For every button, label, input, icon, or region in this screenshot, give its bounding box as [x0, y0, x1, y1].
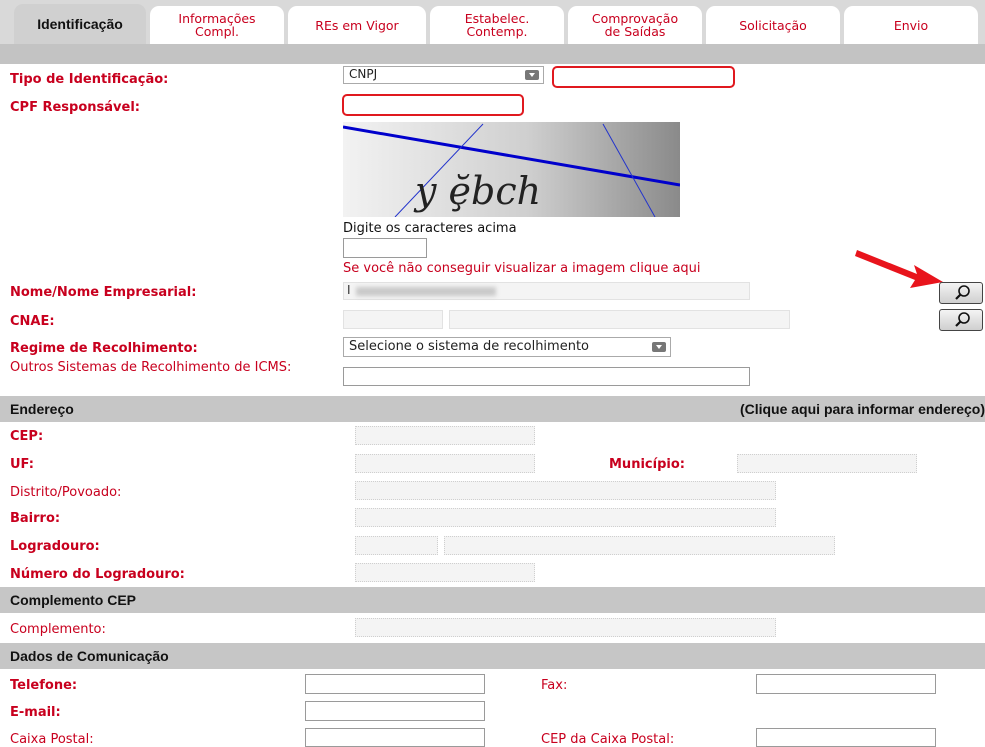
- telefone-label: Telefone:: [10, 678, 78, 693]
- tab-solicitacao[interactable]: Solicitação: [706, 6, 840, 44]
- cnae-description-field: [449, 310, 790, 329]
- search-nome-button[interactable]: [939, 282, 983, 304]
- nome-empresarial-field: I: [343, 282, 750, 300]
- comunicacao-title: Dados de Comunicação: [10, 648, 169, 664]
- complemento-field: [355, 618, 776, 637]
- tab-comprovacao-saidas[interactable]: Comprovação de Saídas: [568, 6, 702, 44]
- magnifier-icon: [955, 285, 970, 300]
- uf-field: [355, 454, 535, 473]
- bairro-label: Bairro:: [10, 511, 61, 526]
- nome-empresarial-value: I: [347, 283, 351, 297]
- blurred-text: [356, 287, 496, 296]
- magnifier-icon: [955, 312, 970, 327]
- endereco-section-header: Endereço (Clique aqui para informar ende…: [0, 396, 985, 422]
- logradouro-tipo-field: [355, 536, 438, 555]
- tipo-identificacao-select[interactable]: CNPJ: [343, 66, 544, 84]
- complemento-title: Complemento CEP: [10, 592, 137, 608]
- svg-text:y ḝbch: y ḝbch: [413, 169, 541, 213]
- numero-logradouro-label: Número do Logradouro:: [10, 567, 185, 582]
- tab-label: Solicitação: [739, 17, 807, 33]
- cep-caixa-postal-label: CEP da Caixa Postal:: [541, 732, 675, 747]
- fax-label: Fax:: [541, 678, 568, 693]
- tab-underbar: [0, 44, 985, 64]
- cpf-responsavel-label: CPF Responsável:: [10, 100, 140, 115]
- tab-label: Comprovação de Saídas: [591, 11, 679, 39]
- search-cnae-button[interactable]: [939, 309, 983, 331]
- tab-identificacao[interactable]: Identificação: [14, 4, 146, 44]
- tab-envio[interactable]: Envio: [844, 6, 978, 44]
- outros-sistemas-label: Outros Sistemas de Recolhimento de ICMS:: [10, 360, 292, 375]
- fax-input[interactable]: [756, 674, 936, 694]
- cep-caixa-postal-input[interactable]: [756, 728, 936, 747]
- tab-label: Envio: [893, 17, 929, 33]
- bairro-field: [355, 508, 776, 527]
- email-input[interactable]: [305, 701, 485, 721]
- tab-label: REs em Vigor: [315, 17, 399, 33]
- cnae-code-field: [343, 310, 443, 329]
- endereco-title: Endereço: [10, 401, 74, 417]
- municipio-label: Município:: [609, 457, 685, 472]
- numero-logradouro-field: [355, 563, 535, 582]
- tab-label: Informações Compl.: [178, 11, 256, 39]
- caixa-postal-input[interactable]: [305, 728, 485, 747]
- tab-res-em-vigor[interactable]: REs em Vigor: [288, 6, 426, 44]
- tab-label: Identificação: [37, 15, 123, 32]
- cep-label: CEP:: [10, 429, 44, 444]
- regime-recolhimento-value: Selecione o sistema de recolhimento: [349, 339, 589, 354]
- cnpj-input[interactable]: [552, 66, 735, 88]
- chevron-down-icon: [652, 342, 666, 352]
- caixa-postal-label: Caixa Postal:: [10, 732, 94, 747]
- tipo-identificacao-label: Tipo de Identificação:: [10, 72, 169, 87]
- outros-sistemas-input[interactable]: [343, 367, 750, 386]
- tipo-identificacao-value: CNPJ: [349, 67, 378, 81]
- tab-label: Estabelec. Contemp.: [464, 11, 530, 39]
- tab-estabelec-contemp[interactable]: Estabelec. Contemp.: [430, 6, 564, 44]
- comunicacao-section-header: Dados de Comunicação: [0, 643, 985, 669]
- logradouro-label: Logradouro:: [10, 539, 100, 554]
- captcha-input[interactable]: [343, 238, 427, 258]
- tab-informacoes-compl[interactable]: Informações Compl.: [150, 6, 284, 44]
- arrow-pointer-icon: [855, 244, 945, 292]
- regime-recolhimento-select[interactable]: Selecione o sistema de recolhimento: [343, 337, 671, 357]
- cpf-responsavel-input[interactable]: [342, 94, 524, 116]
- captcha-image: y ḝbch: [342, 122, 681, 218]
- captcha-instruction: Digite os caracteres acima: [343, 221, 517, 236]
- logradouro-nome-field: [444, 536, 835, 555]
- chevron-down-icon: [525, 70, 539, 80]
- complemento-section-header: Complemento CEP: [0, 587, 985, 613]
- uf-label: UF:: [10, 457, 34, 472]
- distrito-label: Distrito/Povoado:: [10, 485, 122, 500]
- email-label: E-mail:: [10, 705, 61, 720]
- cnae-label: CNAE:: [10, 314, 55, 329]
- telefone-input[interactable]: [305, 674, 485, 694]
- cep-field: [355, 426, 535, 445]
- regime-recolhimento-label: Regime de Recolhimento:: [10, 341, 198, 356]
- captcha-refresh-link[interactable]: Se você não conseguir visualizar a image…: [343, 261, 701, 276]
- distrito-field: [355, 481, 776, 500]
- nome-empresarial-label: Nome/Nome Empresarial:: [10, 285, 197, 300]
- municipio-field: [737, 454, 917, 473]
- complemento-label: Complemento:: [10, 622, 106, 637]
- informar-endereco-link[interactable]: (Clique aqui para informar endereço): [740, 401, 985, 417]
